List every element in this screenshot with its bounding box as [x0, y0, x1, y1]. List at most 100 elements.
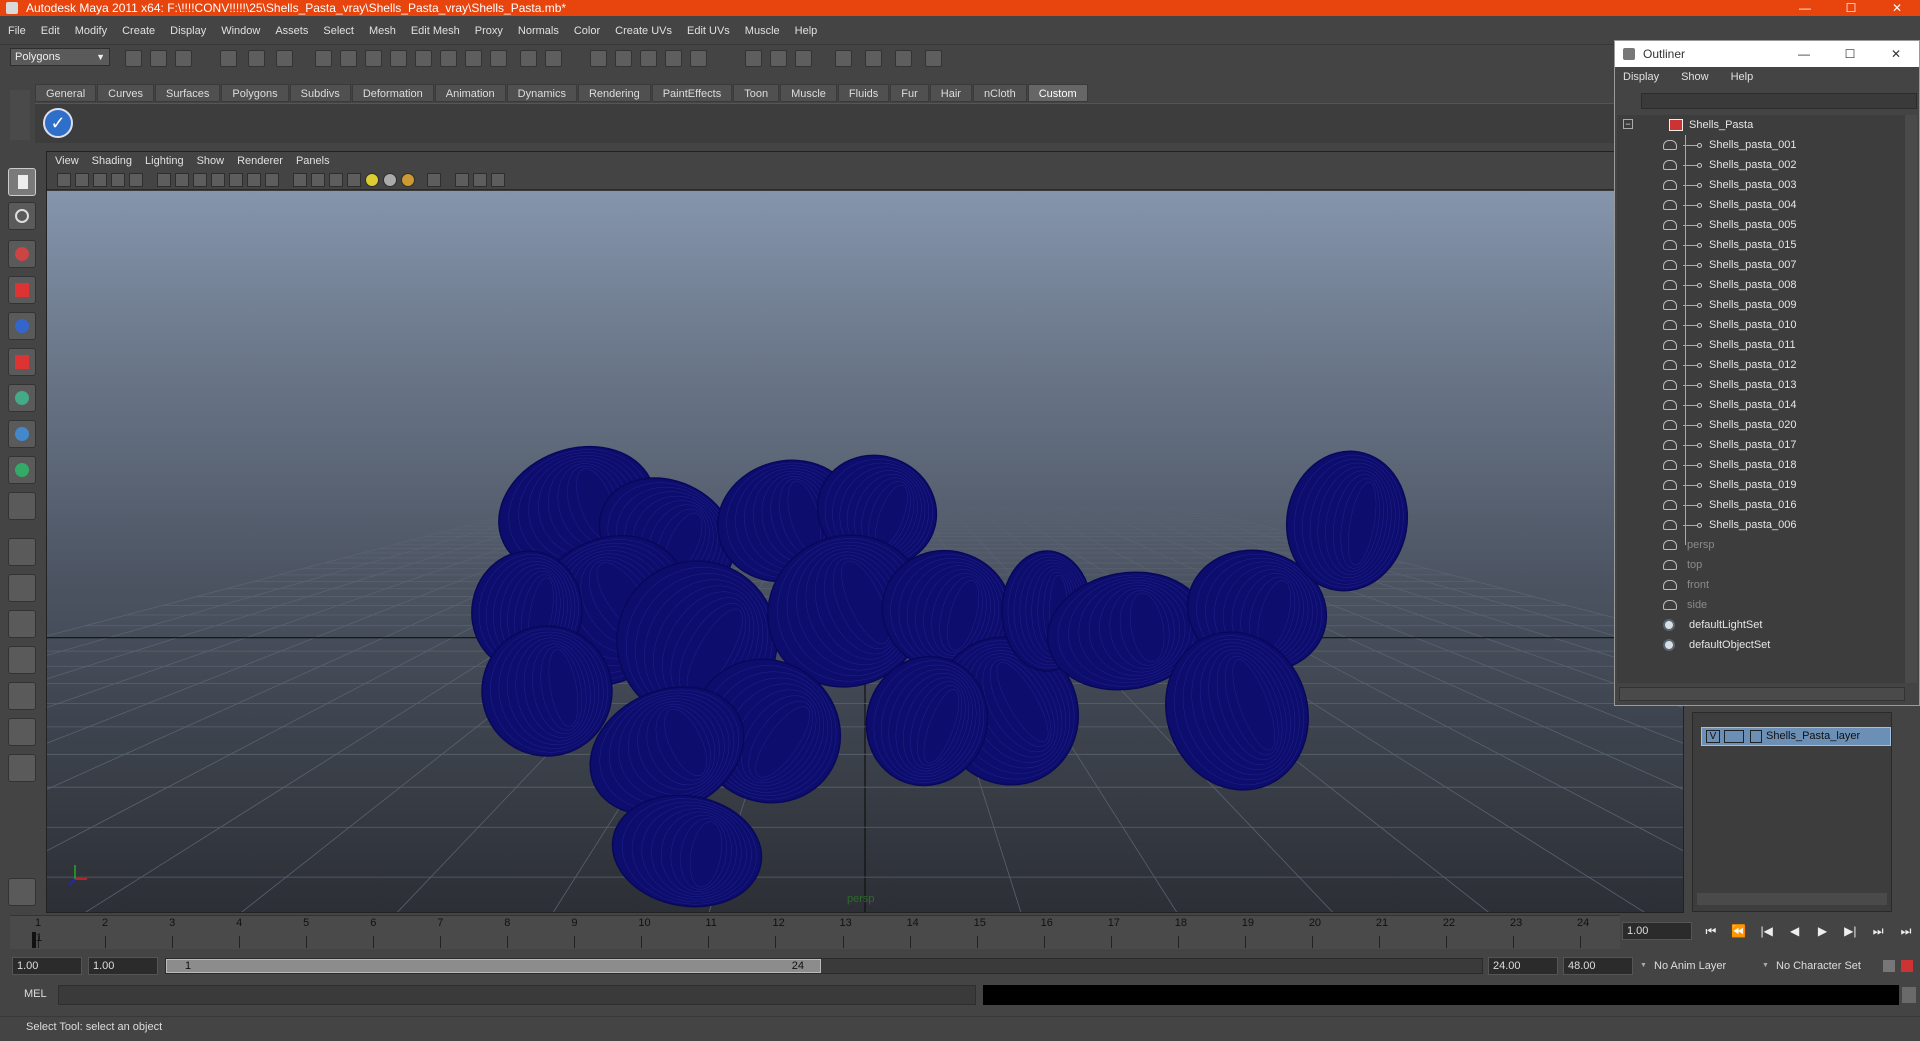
grid-toggle-icon[interactable] — [157, 173, 171, 187]
outliner-item[interactable]: Shells_pasta_011 — [1617, 335, 1905, 355]
custom-layout-icon[interactable] — [8, 754, 36, 782]
film-gate-icon[interactable] — [175, 173, 189, 187]
tab-rendering[interactable]: Rendering — [577, 84, 651, 102]
gate-mask-icon[interactable] — [211, 173, 225, 187]
tab-fur[interactable]: Fur — [890, 84, 929, 102]
playback-end-field[interactable]: 24.00 — [1488, 957, 1558, 975]
character-set-dropdown[interactable]: No Character Set — [1762, 957, 1861, 975]
minimize-button[interactable]: — — [1782, 0, 1828, 16]
tab-animation[interactable]: Animation — [434, 84, 506, 102]
menu-edit-mesh[interactable]: Edit Mesh — [411, 25, 460, 37]
outliner-close-button[interactable]: ✕ — [1873, 41, 1919, 67]
outliner-item[interactable]: Shells_pasta_013 — [1617, 375, 1905, 395]
outliner-menu-show[interactable]: Show — [1681, 71, 1709, 83]
tab-dynamics[interactable]: Dynamics — [506, 84, 577, 102]
smooth-shade-icon[interactable] — [311, 173, 325, 187]
selection-mask-icon[interactable] — [545, 50, 562, 67]
outliner-item[interactable]: Shells_pasta_012 — [1617, 355, 1905, 375]
graph-editor-icon[interactable] — [895, 50, 912, 67]
lasso-tool-icon[interactable] — [8, 202, 36, 230]
anim-layer-dropdown[interactable]: No Anim Layer — [1640, 957, 1726, 975]
tab-general[interactable]: General — [35, 84, 97, 102]
isolate-select-icon[interactable] — [427, 173, 441, 187]
use-default-lighting-icon[interactable] — [365, 173, 379, 187]
outliner-item[interactable]: Shells_pasta_020 — [1617, 415, 1905, 435]
render-settings-icon[interactable] — [640, 50, 657, 67]
select-by-component-icon[interactable] — [276, 50, 293, 67]
range-slider[interactable]: 1 24 — [165, 958, 1483, 974]
tab-ncloth[interactable]: nCloth — [972, 84, 1027, 102]
maximize-button[interactable]: ☐ — [1828, 0, 1874, 16]
outliner-item[interactable]: Shells_pasta_015 — [1617, 235, 1905, 255]
outliner-item[interactable]: Shells_pasta_002 — [1617, 155, 1905, 175]
tab-hair[interactable]: Hair — [929, 84, 972, 102]
outliner-filter-input[interactable] — [1641, 93, 1917, 109]
menu-edit-uvs[interactable]: Edit UVs — [687, 25, 730, 37]
tab-muscle[interactable]: Muscle — [780, 84, 837, 102]
outliner-item[interactable]: Shells_pasta_016 — [1617, 495, 1905, 515]
last-tool-icon[interactable] — [8, 492, 36, 520]
safe-action-icon[interactable] — [247, 173, 261, 187]
ipr-render-icon[interactable] — [615, 50, 632, 67]
outliner-item[interactable]: Shells_pasta_004 — [1617, 195, 1905, 215]
outliner-item[interactable]: Shells_pasta_006 — [1617, 515, 1905, 535]
tab-polygons[interactable]: Polygons — [221, 84, 289, 102]
textured-icon[interactable] — [347, 173, 361, 187]
check-icon[interactable]: ✓ — [43, 108, 73, 138]
auto-key-icon[interactable] — [1883, 960, 1895, 972]
script-editor-icon[interactable] — [925, 50, 942, 67]
menu-color[interactable]: Color — [574, 25, 600, 37]
snap-to-grid-icon[interactable] — [315, 50, 332, 67]
xray-icon[interactable] — [455, 173, 469, 187]
outliner-maximize-button[interactable]: ☐ — [1827, 41, 1873, 67]
outliner-menu-display[interactable]: Display — [1623, 71, 1659, 83]
camera-attributes-icon[interactable] — [75, 173, 89, 187]
viewport-menu-renderer[interactable]: Renderer — [237, 155, 283, 167]
show-channel-box-icon[interactable] — [795, 50, 812, 67]
tab-surfaces[interactable]: Surfaces — [154, 84, 221, 102]
outliner-item[interactable]: Shells_pasta_010 — [1617, 315, 1905, 335]
outliner-minimize-button[interactable]: — — [1781, 41, 1827, 67]
snap-vertex-icon[interactable] — [440, 50, 457, 67]
soft-modification-tool-icon[interactable] — [8, 420, 36, 448]
universal-manipulator-icon[interactable] — [8, 384, 36, 412]
outliner-item[interactable]: Shells_pasta_007 — [1617, 255, 1905, 275]
current-time-field[interactable]: 1.00 — [1622, 922, 1692, 940]
four-view-layout-icon[interactable] — [8, 574, 36, 602]
outliner-horizontal-scrollbar[interactable] — [1619, 687, 1905, 701]
time-slider[interactable]: 1 2 3 4 5 6 7 8 9 10 11 12 13 14 15 16 17 18 19 20 21 22 23 24 … — [10, 915, 1620, 949]
mouse-settings-icon[interactable] — [8, 878, 36, 906]
snap-to-plane-icon[interactable] — [390, 50, 407, 67]
outliner-camera-item[interactable]: front — [1617, 575, 1905, 595]
wireframe-on-shaded-icon[interactable] — [329, 173, 343, 187]
high-quality-icon[interactable] — [491, 173, 505, 187]
menu-mesh[interactable]: Mesh — [369, 25, 396, 37]
script-editor-button-icon[interactable] — [1902, 987, 1916, 1003]
shelf-menu-handle[interactable] — [10, 90, 30, 140]
snap-surface-icon[interactable] — [465, 50, 482, 67]
panel-layout-icon[interactable] — [835, 50, 852, 67]
outliner-item-root[interactable]: − Shells_Pasta — [1617, 115, 1905, 135]
outliner-camera-item[interactable]: persp — [1617, 535, 1905, 555]
go-to-start-button[interactable]: ⏮ — [1697, 924, 1725, 939]
command-language-toggle[interactable]: MEL — [24, 988, 47, 1000]
outliner-perspective-layout-icon[interactable] — [8, 610, 36, 638]
outliner-item[interactable]: Shells_pasta_008 — [1617, 275, 1905, 295]
viewport-menu-view[interactable]: View — [55, 155, 79, 167]
outliner-camera-item[interactable]: top — [1617, 555, 1905, 575]
tab-toon[interactable]: Toon — [733, 84, 780, 102]
layer-editor-scrollbar[interactable] — [1697, 893, 1887, 905]
use-all-lights-icon[interactable] — [383, 173, 397, 187]
snap-live-icon[interactable] — [415, 50, 432, 67]
two-d-pan-zoom-icon[interactable] — [129, 173, 143, 187]
menu-edit[interactable]: Edit — [41, 25, 60, 37]
select-tool-icon[interactable] — [8, 168, 36, 196]
lock-icon[interactable] — [520, 50, 537, 67]
safe-title-icon[interactable] — [265, 173, 279, 187]
tab-subdivs[interactable]: Subdivs — [289, 84, 351, 102]
menu-display[interactable]: Display — [170, 25, 206, 37]
tab-painteffects[interactable]: PaintEffects — [651, 84, 733, 102]
tab-fluids[interactable]: Fluids — [837, 84, 890, 102]
snap-to-curve-icon[interactable] — [340, 50, 357, 67]
menu-normals[interactable]: Normals — [518, 25, 559, 37]
